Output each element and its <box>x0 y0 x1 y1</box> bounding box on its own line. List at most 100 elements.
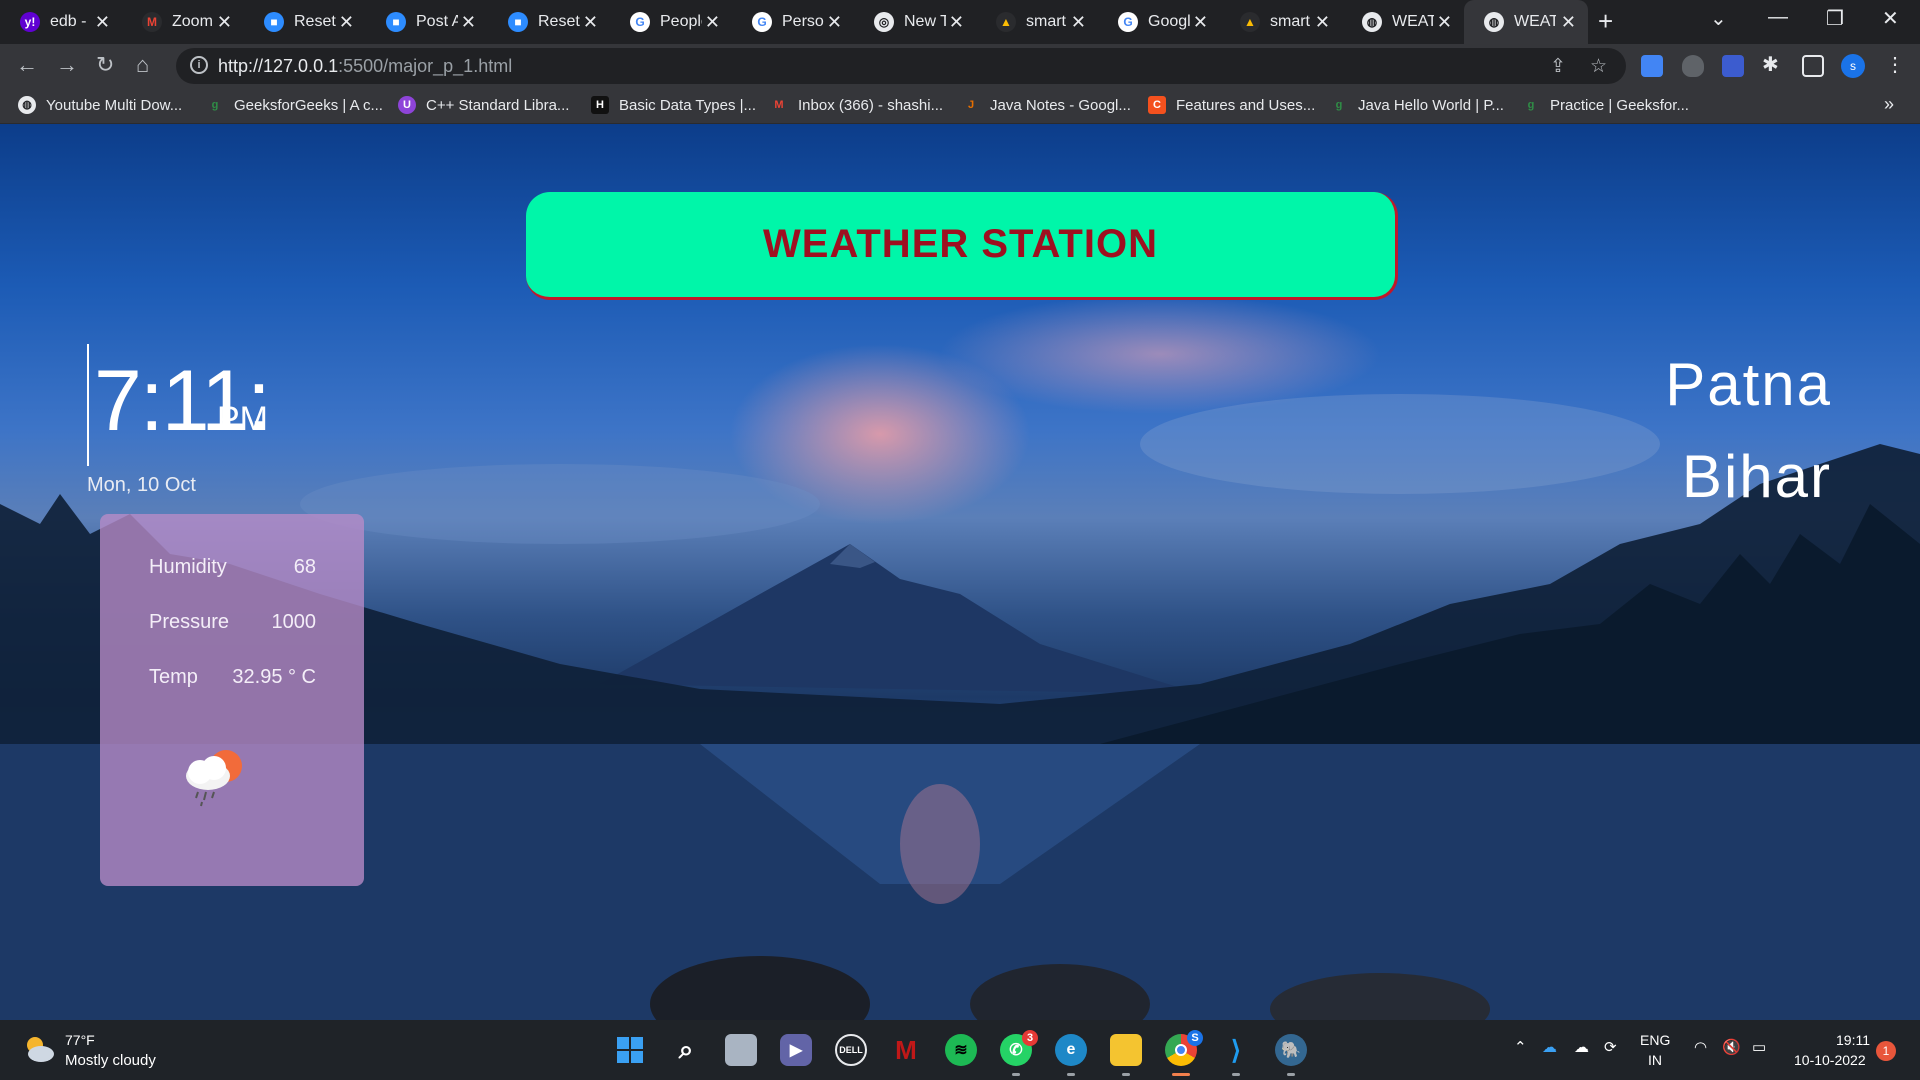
edge-icon[interactable]: e <box>1055 1034 1087 1066</box>
close-icon[interactable]: ✕ <box>95 12 110 33</box>
browser-tab[interactable]: G Googl ✕ <box>1098 0 1220 44</box>
battery-icon[interactable]: ▭ <box>1752 1038 1766 1056</box>
pressure-label: Pressure <box>149 611 230 633</box>
address-bar[interactable]: i http://127.0.0.1:5500/major_p_1.html ⇪… <box>176 48 1626 84</box>
browser-tab[interactable]: ■ Post A ✕ <box>366 0 488 44</box>
file-explorer-icon[interactable] <box>1110 1034 1142 1066</box>
browser-tab-active[interactable]: ◍ WEAT ✕ <box>1464 0 1588 44</box>
bookmark-item[interactable]: U C++ Standard Libra... <box>398 96 569 114</box>
translate-extension-icon[interactable] <box>1641 55 1663 77</box>
bookmark-item[interactable]: J Java Notes - Googl... <box>962 96 1131 114</box>
new-tab-button[interactable]: + <box>1598 6 1613 37</box>
bookmark-item[interactable]: M Inbox (366) - shashi... <box>770 96 943 114</box>
share-icon[interactable]: ⇪ <box>1550 55 1566 78</box>
task-view-icon[interactable] <box>725 1034 757 1066</box>
drive-icon: ▲ <box>1240 12 1260 32</box>
dell-icon[interactable]: DELL <box>835 1034 867 1066</box>
info-icon[interactable]: i <box>190 56 208 74</box>
url-host: http://127.0.0.1 <box>218 56 339 76</box>
shield-extension-icon[interactable] <box>1682 55 1704 77</box>
more-bookmarks-icon[interactable]: » <box>1884 94 1894 115</box>
back-button[interactable]: ← <box>16 52 38 78</box>
volume-muted-icon[interactable]: 🔇 <box>1722 1038 1741 1056</box>
browser-tab[interactable]: ◍ WEAT ✕ <box>1342 0 1464 44</box>
bookmark-item[interactable]: ɡ Practice | Geeksfor... <box>1522 96 1689 114</box>
bookmark-item[interactable]: ɡ Java Hello World | P... <box>1330 96 1504 114</box>
bookmark-item[interactable]: ɡ GeeksforGeeks | A c... <box>206 96 383 114</box>
close-icon[interactable]: ✕ <box>339 12 354 33</box>
restore-button[interactable]: ❐ <box>1826 6 1844 31</box>
hackerrank-icon: H <box>591 96 609 114</box>
windows-start-icon[interactable] <box>614 1034 646 1066</box>
tab-title: New T <box>904 13 946 30</box>
close-icon[interactable]: ✕ <box>1561 12 1576 33</box>
taskbar-weather-desc[interactable]: Mostly cloudy <box>65 1052 156 1069</box>
close-icon[interactable]: ✕ <box>705 12 720 33</box>
browser-tab[interactable]: y! edb - ✕ <box>0 0 122 44</box>
browser-tab[interactable]: G Person ✕ <box>732 0 854 44</box>
minimize-button[interactable]: — <box>1768 6 1788 29</box>
whatsapp-icon[interactable]: ✆ 3 <box>1000 1030 1038 1066</box>
home-button[interactable]: ⌂ <box>136 52 149 78</box>
browser-tab[interactable]: ◎ New T ✕ <box>854 0 976 44</box>
browser-tab[interactable]: ■ Reset ✕ <box>244 0 366 44</box>
close-icon[interactable]: ✕ <box>1437 12 1452 33</box>
search-icon[interactable]: ⌕ <box>670 1034 702 1066</box>
weather-cloudy-icon[interactable] <box>22 1034 56 1064</box>
region-indicator[interactable]: IN <box>1648 1052 1662 1068</box>
menu-icon[interactable]: ⋮ <box>1885 52 1905 77</box>
tab-title: Person <box>782 13 824 30</box>
close-icon[interactable]: ✕ <box>583 12 598 33</box>
reload-button[interactable]: ↻ <box>96 52 114 78</box>
system-date[interactable]: 10-10-2022 <box>1794 1052 1866 1068</box>
temp-label: Temp <box>149 666 198 688</box>
tab-search-icon[interactable]: ⌄ <box>1710 6 1727 31</box>
google-icon: G <box>630 12 650 32</box>
close-icon[interactable]: ✕ <box>949 12 964 33</box>
puzzle-icon[interactable]: ✱ <box>1762 52 1784 76</box>
close-icon[interactable]: ✕ <box>827 12 842 33</box>
chrome-icon[interactable]: S <box>1165 1030 1203 1066</box>
bookmark-star-icon[interactable]: ☆ <box>1590 55 1607 78</box>
close-icon[interactable]: ✕ <box>217 12 232 33</box>
extension-icon[interactable] <box>1722 55 1744 77</box>
system-time[interactable]: 19:11 <box>1836 1032 1870 1048</box>
sync-icon[interactable]: ⟳ <box>1604 1038 1617 1056</box>
side-panel-icon[interactable] <box>1802 55 1824 77</box>
onedrive-icon[interactable]: ☁ <box>1542 1038 1557 1056</box>
show-hidden-icons-icon[interactable]: ⌃ <box>1514 1038 1527 1056</box>
cloud-icon[interactable]: ☁ <box>1574 1038 1589 1056</box>
browser-tab[interactable]: ▲ smart ✕ <box>976 0 1098 44</box>
browser-tab[interactable]: M Zoom ✕ <box>122 0 244 44</box>
close-window-button[interactable]: ✕ <box>1882 6 1899 31</box>
mcafee-icon[interactable]: M <box>890 1034 922 1066</box>
url-text[interactable]: http://127.0.0.1:5500/major_p_1.html <box>218 56 512 77</box>
bookmark-item[interactable]: C Features and Uses... <box>1148 96 1315 114</box>
spotify-icon[interactable]: ≋ <box>945 1034 977 1066</box>
close-icon[interactable]: ✕ <box>461 12 476 33</box>
close-icon[interactable]: ✕ <box>1193 12 1208 33</box>
notification-badge[interactable]: 1 <box>1876 1041 1896 1061</box>
bookmark-label: GeeksforGeeks | A c... <box>234 96 383 114</box>
chat-icon[interactable]: ▶ <box>780 1034 812 1066</box>
tab-title: smart <box>1270 13 1310 30</box>
bookmark-item[interactable]: H Basic Data Types |... <box>591 96 756 114</box>
vscode-icon[interactable]: ⟩ <box>1220 1034 1252 1066</box>
bookmark-label: C++ Standard Libra... <box>426 96 570 114</box>
forward-button[interactable]: → <box>56 52 78 78</box>
close-icon[interactable]: ✕ <box>1071 12 1086 33</box>
profile-avatar[interactable]: s <box>1841 54 1865 78</box>
close-icon[interactable]: ✕ <box>1315 12 1330 33</box>
clock-ampm: PM <box>217 400 268 438</box>
temp-row: Temp 32.95 ° C <box>149 666 316 689</box>
weather-page: WEATHER STATION 7:11: PM Mon, 10 Oct Pat… <box>0 124 1920 1020</box>
url-path: :5500/major_p_1.html <box>338 56 513 76</box>
bookmark-item[interactable]: ◍ Youtube Multi Dow... <box>18 96 182 114</box>
browser-tab[interactable]: G People ✕ <box>610 0 732 44</box>
language-indicator[interactable]: ENG <box>1640 1032 1670 1048</box>
taskbar-weather-temp[interactable]: 77°F <box>65 1032 95 1048</box>
wifi-icon[interactable]: ◠ <box>1694 1038 1707 1056</box>
browser-tab[interactable]: ■ Reset ✕ <box>488 0 610 44</box>
postgresql-icon[interactable]: 🐘 <box>1275 1034 1307 1066</box>
browser-tab[interactable]: ▲ smart ✕ <box>1220 0 1342 44</box>
